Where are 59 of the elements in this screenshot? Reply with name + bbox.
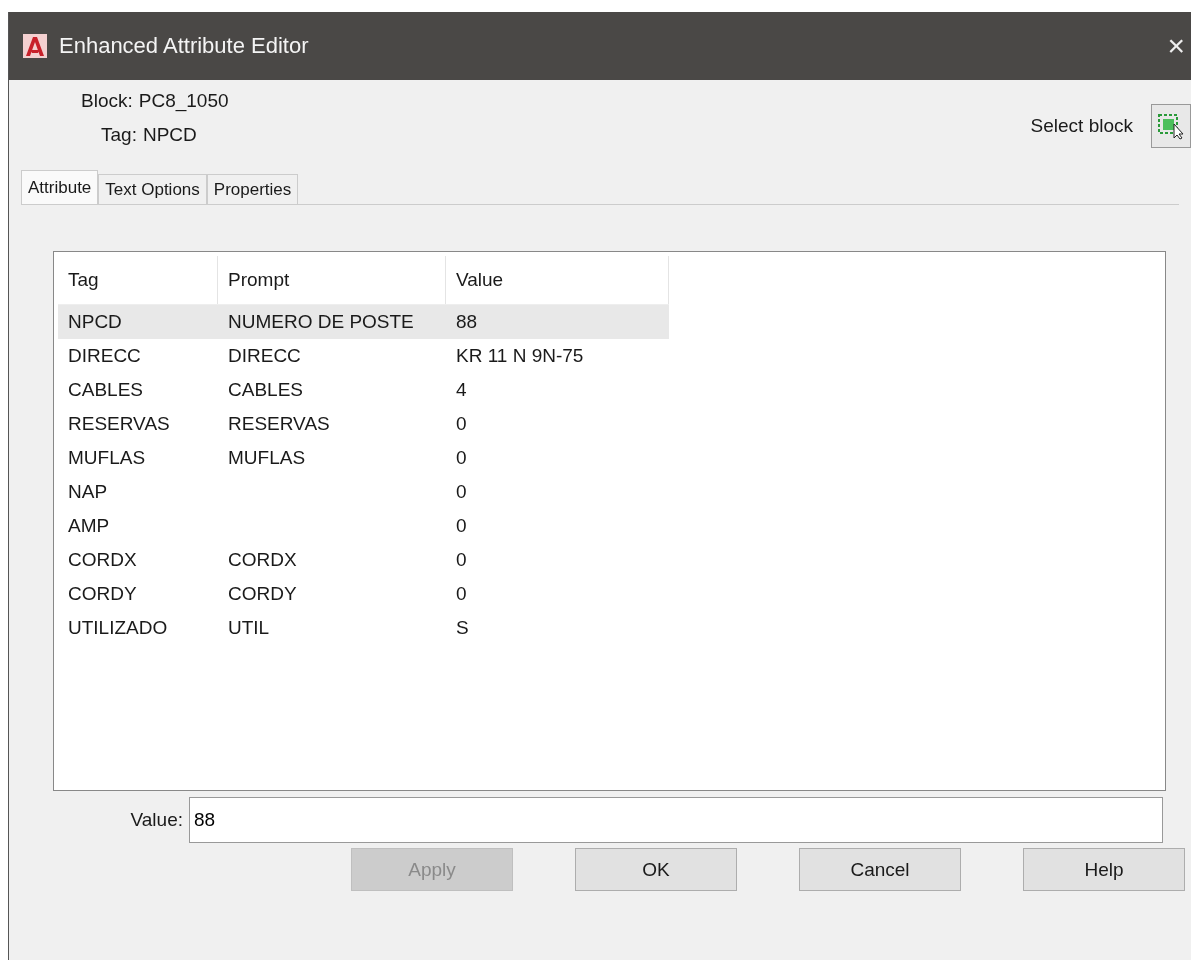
block-name: PC8_1050	[138, 90, 229, 112]
value-cell: 88	[456, 311, 478, 332]
tag-cell: NPCD	[68, 311, 122, 332]
value-label: Value:	[129, 809, 183, 831]
list-row[interactable]: RESERVAS RESERVAS 0	[58, 407, 669, 441]
prompt-cell: RESERVAS	[228, 413, 330, 434]
dialog-button[interactable]: Help	[1023, 848, 1185, 891]
close-button[interactable]: ×	[1161, 29, 1191, 63]
value-cell: 4	[456, 379, 467, 400]
value-cell: 0	[456, 481, 467, 502]
list-row[interactable]: AMP 0	[58, 509, 669, 543]
column-header[interactable]: Prompt	[218, 256, 446, 304]
tag-cell: AMP	[68, 515, 110, 536]
select-block-label: Select block	[1030, 115, 1133, 137]
tab[interactable]: Attribute	[21, 170, 99, 204]
select-objects-icon	[1157, 112, 1185, 140]
tag-cell: CORDX	[68, 549, 137, 570]
column-header[interactable]: Value	[446, 256, 669, 304]
list-row[interactable]: NAP 0	[58, 475, 669, 509]
window-title: Enhanced Attribute Editor	[59, 33, 309, 59]
prompt-cell: CABLES	[228, 379, 303, 400]
tag-cell: CABLES	[68, 379, 143, 400]
list-row[interactable]: CORDY CORDY 0	[58, 577, 669, 611]
value-cell: S	[456, 617, 469, 638]
value-cell: 0	[456, 515, 467, 536]
dialog-button[interactable]: OK	[575, 848, 737, 891]
value-cell: 0	[456, 447, 467, 468]
value-cell: 0	[456, 583, 467, 604]
tag-name: NPCD	[142, 124, 197, 146]
block-label: Block:	[81, 90, 133, 112]
list-row[interactable]: NPCD NUMERO DE POSTE 88	[58, 305, 669, 339]
tab[interactable]: Properties	[206, 174, 299, 204]
prompt-cell: DIRECC	[228, 345, 301, 366]
list-row[interactable]: UTILIZADO UTIL S	[58, 611, 669, 645]
tab[interactable]: Text Options	[98, 174, 207, 204]
tag-cell: MUFLAS	[68, 447, 146, 468]
tag-label: Tag:	[101, 124, 137, 146]
prompt-cell: CORDY	[228, 583, 297, 604]
value-cell: 0	[456, 549, 467, 570]
list-row[interactable]: DIRECC DIRECC KR 11 N 9N-75	[58, 339, 669, 373]
prompt-cell: UTIL	[228, 617, 270, 638]
tag-cell: RESERVAS	[68, 413, 170, 434]
prompt-cell: NUMERO DE POSTE	[228, 311, 414, 332]
value-field[interactable]: 88	[189, 797, 1163, 843]
tag-cell: DIRECC	[68, 345, 141, 366]
tag-cell: CORDY	[68, 583, 137, 604]
tag-cell: NAP	[68, 481, 108, 502]
select-block-button[interactable]	[1151, 104, 1191, 148]
tag-cell: UTILIZADO	[68, 617, 168, 638]
list-row[interactable]: MUFLAS MUFLAS 0	[58, 441, 669, 475]
logo-icon	[23, 34, 47, 58]
value-cell: KR 11 N 9N-75	[456, 345, 584, 366]
prompt-cell: MUFLAS	[228, 447, 306, 468]
list-row[interactable]: CABLES CABLES 4	[58, 373, 669, 407]
column-header[interactable]: Tag	[58, 256, 218, 304]
list-row[interactable]: CORDX CORDX 0	[58, 543, 669, 577]
dialog-button[interactable]: Cancel	[799, 848, 961, 891]
value-cell: 0	[456, 413, 467, 434]
prompt-cell: CORDX	[228, 549, 297, 570]
